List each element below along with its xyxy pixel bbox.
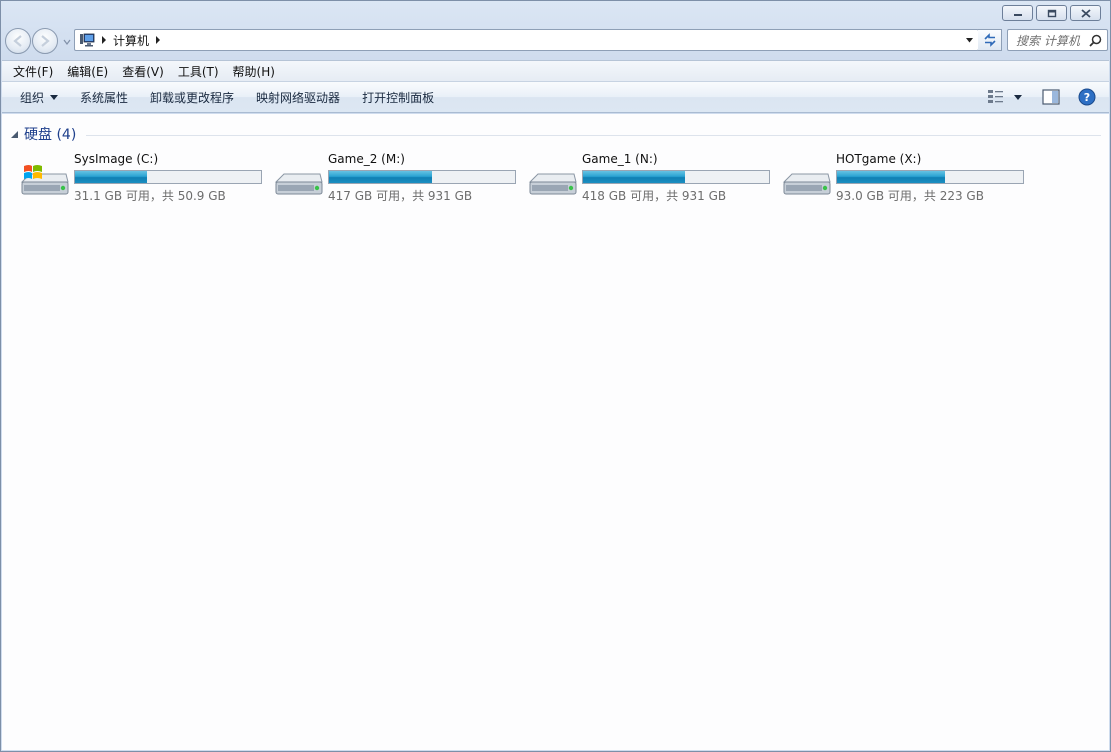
restore-icon xyxy=(1047,9,1056,17)
drive-usage-fill xyxy=(329,171,432,183)
address-history-dropdown-icon[interactable] xyxy=(965,36,974,44)
drive-usage-bar xyxy=(582,170,770,184)
collapse-triangle-icon[interactable] xyxy=(11,130,18,138)
chevron-down-icon xyxy=(1014,94,1022,100)
group-title: 硬盘 (4) xyxy=(24,127,77,143)
hard-drive-icon xyxy=(274,173,323,195)
map-network-drive-button[interactable]: 映射网络驱动器 xyxy=(249,89,347,106)
maximize-button[interactable] xyxy=(1036,5,1067,21)
uninstall-label: 卸载或更改程序 xyxy=(150,90,235,105)
menu-bar: 文件(F) 编辑(E) 查看(V) 工具(T) 帮助(H) xyxy=(2,60,1109,82)
menu-file[interactable]: 文件(F) xyxy=(6,63,60,80)
uninstall-program-button[interactable]: 卸载或更改程序 xyxy=(143,89,241,106)
preview-pane-icon[interactable] xyxy=(1042,89,1060,105)
search-placeholder: 搜索 计算机 xyxy=(1016,33,1080,48)
organize-button[interactable]: 组织 xyxy=(13,89,65,106)
file-list-area[interactable]: 硬盘 (4) SysImage (C:) 31.1 GB 可用，共 50.9 G… xyxy=(2,114,1109,750)
minimize-icon xyxy=(1013,14,1022,16)
breadcrumb-arrow-icon[interactable] xyxy=(155,36,161,44)
system-drive-icon xyxy=(20,165,69,195)
refresh-button[interactable] xyxy=(978,29,1002,51)
breadcrumb-arrow-icon[interactable] xyxy=(101,36,107,44)
caption-buttons xyxy=(1002,5,1101,21)
drive-name: Game_2 (M:) xyxy=(328,152,405,166)
drive-usage-fill xyxy=(75,171,148,183)
drive-usage-bar xyxy=(328,170,516,184)
menu-tools[interactable]: 工具(T) xyxy=(171,63,226,80)
group-header-hard-disks[interactable]: 硬盘 (4) xyxy=(11,124,1101,144)
drive-space-text: 417 GB 可用，共 931 GB xyxy=(328,189,473,203)
menu-edit[interactable]: 编辑(E) xyxy=(60,63,115,80)
command-bar: 组织 系统属性 卸载或更改程序 映射网络驱动器 打开控制面板 ? xyxy=(2,82,1109,113)
organize-label: 组织 xyxy=(20,90,45,105)
system-properties-label: 系统属性 xyxy=(80,90,129,105)
drive-usage-bar xyxy=(836,170,1024,184)
back-button[interactable] xyxy=(5,28,31,54)
drive-usage-fill xyxy=(583,171,686,183)
drive-item-x[interactable]: HOTgame (X:) 93.0 GB 可用，共 223 GB xyxy=(780,152,1030,203)
minimize-button[interactable] xyxy=(1002,5,1033,21)
system-properties-button[interactable]: 系统属性 xyxy=(73,89,135,106)
breadcrumb-computer[interactable]: 计算机 xyxy=(113,32,149,49)
search-input[interactable]: 搜索 计算机 xyxy=(1007,29,1108,51)
drive-item-m[interactable]: Game_2 (M:) 417 GB 可用，共 931 GB xyxy=(272,152,522,203)
drive-item-c[interactable]: SysImage (C:) 31.1 GB 可用，共 50.9 GB xyxy=(18,152,268,203)
search-icon[interactable] xyxy=(1089,34,1102,47)
drive-name: HOTgame (X:) xyxy=(836,152,922,166)
drive-item-n[interactable]: Game_1 (N:) 418 GB 可用，共 931 GB xyxy=(526,152,776,203)
drive-space-text: 418 GB 可用，共 931 GB xyxy=(582,189,727,203)
navigation-row: 计算机 搜索 计算机 xyxy=(4,27,1108,55)
forward-arrow-icon xyxy=(41,35,50,47)
change-view-button[interactable] xyxy=(988,90,1022,104)
chevron-down-icon xyxy=(50,94,59,100)
recent-pages-dropdown-icon[interactable] xyxy=(62,37,72,47)
drive-name: SysImage (C:) xyxy=(74,152,159,166)
svg-text:?: ? xyxy=(1084,91,1090,104)
back-arrow-icon xyxy=(13,35,22,47)
refresh-icon xyxy=(983,33,996,47)
menu-help[interactable]: 帮助(H) xyxy=(226,63,282,80)
close-button[interactable] xyxy=(1070,5,1101,21)
drive-space-text: 31.1 GB 可用，共 50.9 GB xyxy=(74,189,226,203)
drive-space-text: 93.0 GB 可用，共 223 GB xyxy=(836,189,984,203)
forward-button[interactable] xyxy=(32,28,58,54)
help-icon[interactable]: ? xyxy=(1078,88,1096,106)
drive-name: Game_1 (N:) xyxy=(582,152,658,166)
open-control-panel-button[interactable]: 打开控制面板 xyxy=(355,89,441,106)
hard-drive-icon xyxy=(528,173,577,195)
close-icon xyxy=(1080,8,1091,18)
drive-usage-bar xyxy=(74,170,262,184)
control-panel-label: 打开控制面板 xyxy=(362,90,435,105)
hard-drive-icon xyxy=(782,173,831,195)
explorer-window: 计算机 搜索 计算机 文件(F) 编辑(E) 查看(V) 工具(T) 帮助(H) xyxy=(0,0,1111,752)
group-divider xyxy=(86,134,1101,136)
address-bar[interactable]: 计算机 xyxy=(74,29,979,51)
menu-view[interactable]: 查看(V) xyxy=(115,63,171,80)
map-drive-label: 映射网络驱动器 xyxy=(256,90,341,105)
view-options-icon xyxy=(988,90,1003,103)
drive-usage-fill xyxy=(837,171,946,183)
computer-icon xyxy=(80,33,95,47)
